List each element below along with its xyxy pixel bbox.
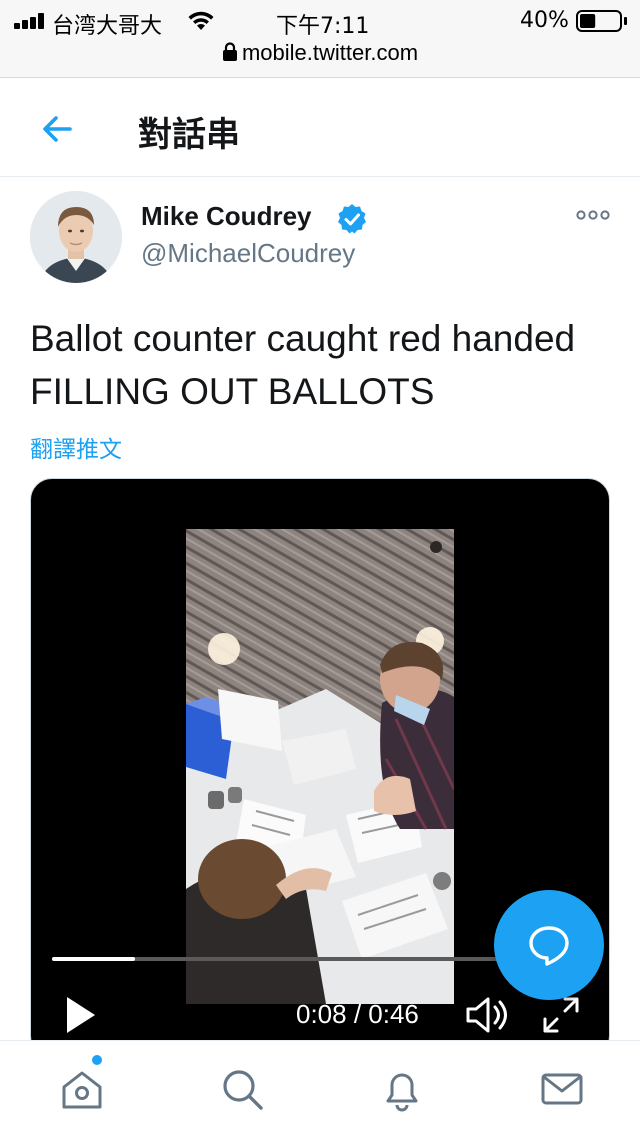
wifi-icon	[188, 11, 214, 30]
lock-icon	[222, 42, 237, 61]
home-notification-dot	[92, 1055, 102, 1065]
volume-muted-icon[interactable]	[465, 995, 511, 1035]
author-name[interactable]: Mike Coudrey	[141, 201, 312, 232]
more-options-icon[interactable]	[576, 206, 610, 224]
home-icon[interactable]	[58, 1065, 106, 1113]
url-text: mobile.twitter.com	[241, 40, 419, 65]
search-icon[interactable]	[218, 1065, 266, 1113]
status-bar: 台湾大哥大 下午7:11 40%	[0, 0, 640, 40]
battery-percent: 40%	[520, 8, 569, 33]
back-arrow-icon[interactable]	[36, 107, 80, 151]
reply-bubble-icon	[529, 926, 569, 966]
translate-tweet-link[interactable]: 翻譯推文	[30, 430, 122, 464]
verified-badge-icon	[338, 204, 366, 234]
messages-icon[interactable]	[538, 1065, 586, 1113]
fullscreen-icon[interactable]	[541, 995, 581, 1035]
reply-button[interactable]	[494, 890, 604, 1000]
signal-strength-icon	[14, 13, 50, 29]
browser-url-bar[interactable]: mobile.twitter.com	[0, 40, 640, 78]
page-title: 對話串	[138, 115, 240, 155]
play-icon[interactable]	[64, 995, 98, 1035]
carrier-name: 台湾大哥大	[52, 14, 163, 39]
tweet-text: Ballot counter caught red handed FILLING…	[30, 318, 576, 412]
notifications-icon[interactable]	[378, 1065, 426, 1113]
page-header: 對話串	[0, 79, 640, 177]
video-progress-fill	[52, 957, 136, 961]
video-progress-bar[interactable]	[52, 957, 542, 961]
url-display[interactable]: mobile.twitter.com	[0, 40, 640, 66]
profile-photo-icon	[30, 191, 122, 283]
battery-icon	[576, 10, 627, 32]
video-thumbnail-image	[186, 529, 454, 1004]
video-time: 0:08 / 0:46	[296, 999, 419, 1029]
clock: 下午7:11	[276, 14, 370, 39]
avatar[interactable]	[30, 191, 122, 283]
video-frame	[186, 529, 454, 1004]
author-handle[interactable]: @MichaelCoudrey	[141, 238, 355, 269]
